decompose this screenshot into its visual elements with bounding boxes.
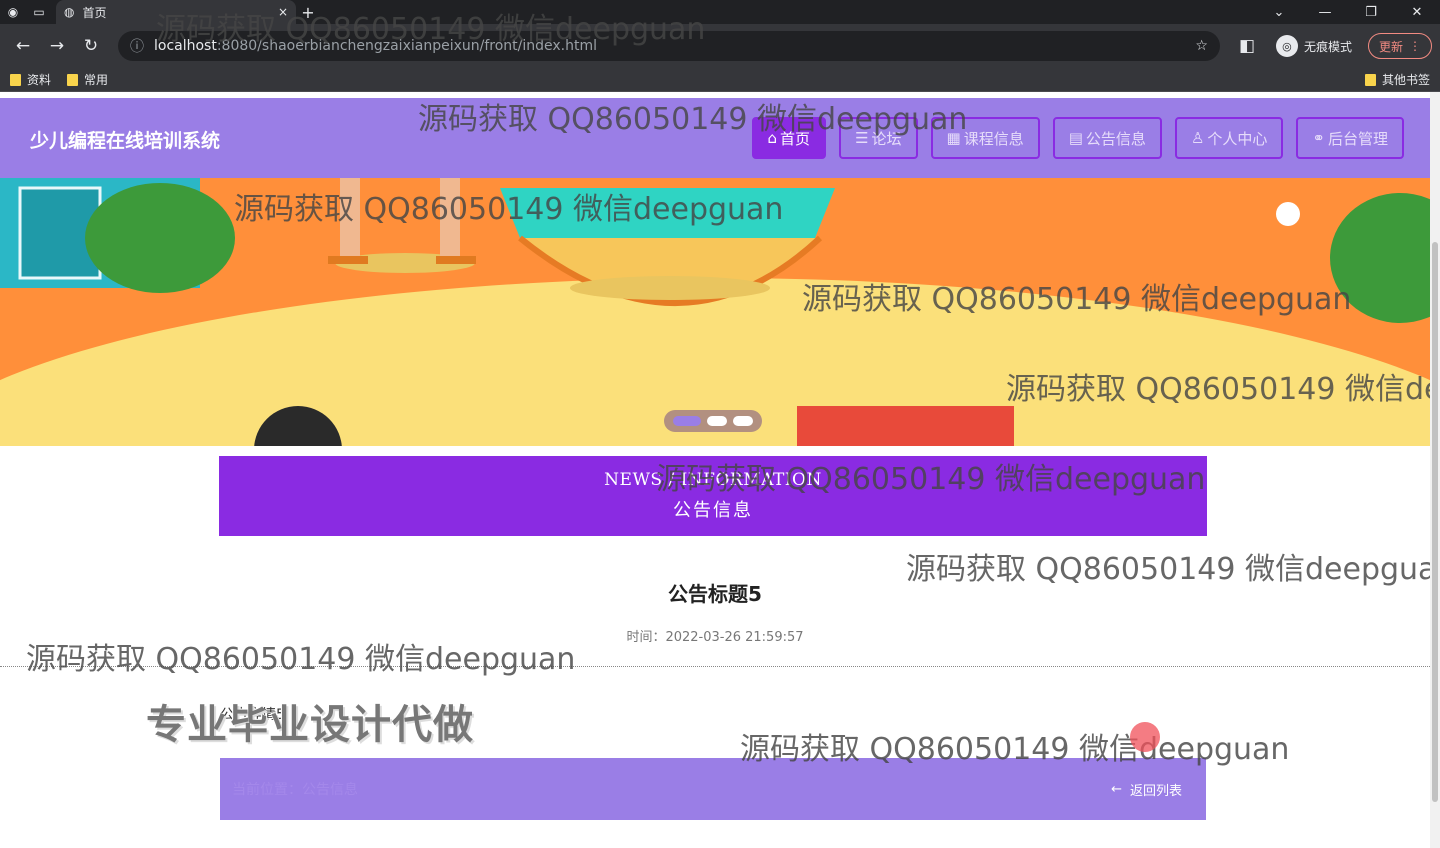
banner-carousel[interactable] xyxy=(0,178,1430,446)
scrollbar-thumb[interactable] xyxy=(1432,242,1438,802)
forward-icon[interactable]: → xyxy=(42,31,72,61)
close-window-icon[interactable]: ✕ xyxy=(1394,5,1440,20)
browser-profile-icon[interactable]: ◉ xyxy=(0,0,26,24)
other-bookmarks-label: 其他书签 xyxy=(1381,73,1430,87)
browser-tab-strip: ◉ ▭ ◍ 首页 × + ⌄ — ❐ ✕ xyxy=(0,0,1440,24)
bookmark-star-icon[interactable]: ☆ xyxy=(1195,38,1208,54)
nav-label: 公告信息 xyxy=(1085,129,1146,148)
back-icon[interactable]: ← xyxy=(8,31,38,61)
forum-icon: ☰ xyxy=(855,129,869,147)
main-nav: ⌂ 首页 ☰ 论坛 ▦ 课程信息 ▤ 公告信息 ♙ 个人中心 ⚭ 后台管理 xyxy=(751,117,1404,159)
click-indicator xyxy=(1130,722,1160,752)
url-host: localhost xyxy=(154,38,217,54)
nav-admin[interactable]: ⚭ 后台管理 xyxy=(1296,117,1404,159)
course-icon: ▦ xyxy=(946,129,961,147)
back-to-list-label: 返回列表 xyxy=(1129,783,1182,799)
url-path: :8080/shaoerbianchengzaixianpeixun/front… xyxy=(216,38,598,54)
incognito-indicator[interactable]: ◎ 无痕模式 xyxy=(1275,35,1352,57)
section-title-en: NEWS / INFORMATION xyxy=(604,470,822,490)
folder-icon xyxy=(10,73,21,86)
update-button[interactable]: 更新 ⋮ xyxy=(1367,33,1432,59)
bookmark-folder-0[interactable]: 资料 xyxy=(10,71,51,88)
other-bookmarks[interactable]: 其他书签 xyxy=(1364,71,1430,88)
back-to-list-button[interactable]: ← 返回列表 xyxy=(1111,780,1182,799)
tab-list-icon[interactable]: ⌄ xyxy=(1256,5,1302,20)
nav-forum[interactable]: ☰ 论坛 xyxy=(839,117,918,159)
address-toolbar: ← → ↻ ⓘ localhost:8080/shaoerbianchengza… xyxy=(0,24,1440,68)
update-label: 更新 xyxy=(1378,39,1403,54)
incognito-icon: ◎ xyxy=(1275,35,1298,57)
carousel-dot[interactable] xyxy=(707,416,727,426)
bookmark-label: 常用 xyxy=(84,73,109,87)
nav-profile[interactable]: ♙ 个人中心 xyxy=(1174,117,1284,159)
tab-search-icon[interactable]: ▭ xyxy=(26,0,52,24)
notice-time: 时间：2022-03-26 21:59:57 xyxy=(626,630,804,645)
nav-notices[interactable]: ▤ 公告信息 xyxy=(1052,117,1162,159)
minimize-icon[interactable]: — xyxy=(1302,5,1348,20)
close-tab-icon[interactable]: × xyxy=(278,5,288,19)
bookmark-folder-1[interactable]: 常用 xyxy=(67,71,108,88)
address-bar[interactable]: ⓘ localhost:8080/shaoerbianchengzaixianp… xyxy=(118,31,1220,61)
carousel-dot-active[interactable] xyxy=(673,416,701,426)
side-panel-icon[interactable]: ◧ xyxy=(1232,31,1262,61)
promo-watermark: 专业毕业设计代做 xyxy=(146,702,474,748)
section-title-zh: 公告信息 xyxy=(673,500,753,521)
divider xyxy=(0,666,1430,667)
section-title-bar: NEWS / INFORMATION 公告信息 xyxy=(219,456,1207,536)
breadcrumb: 当前位置：公告信息 xyxy=(232,782,358,798)
nav-label: 个人中心 xyxy=(1207,129,1268,148)
nav-courses[interactable]: ▦ 课程信息 xyxy=(930,117,1040,159)
reload-icon[interactable]: ↻ xyxy=(76,31,106,61)
globe-icon: ◍ xyxy=(64,5,75,19)
incognito-label: 无痕模式 xyxy=(1303,39,1352,54)
carousel-dot[interactable] xyxy=(733,416,753,426)
user-icon: ♙ xyxy=(1190,129,1205,147)
site-info-icon[interactable]: ⓘ xyxy=(130,36,144,56)
nav-label: 后台管理 xyxy=(1327,129,1388,148)
notice-icon: ▤ xyxy=(1068,129,1083,147)
site-title: 少儿编程在线培训系统 xyxy=(30,130,221,152)
browser-tab[interactable]: ◍ 首页 × xyxy=(56,0,296,24)
bookmark-label: 资料 xyxy=(27,73,52,87)
banner-illustration xyxy=(0,178,1430,446)
nav-label: 课程信息 xyxy=(963,129,1024,148)
home-icon: ⌂ xyxy=(767,129,778,147)
carousel-indicators xyxy=(664,410,762,432)
site-header: 少儿编程在线培训系统 ⌂ 首页 ☰ 论坛 ▦ 课程信息 ▤ 公告信息 ♙ 个人中… xyxy=(0,98,1430,178)
nav-label: 首页 xyxy=(780,129,811,148)
nav-label: 论坛 xyxy=(871,129,902,148)
nav-home[interactable]: ⌂ 首页 xyxy=(751,117,827,159)
bookmarks-bar: 资料 常用 其他书签 xyxy=(0,68,1440,92)
detail-footer-bar: 当前位置：公告信息 ← 返回列表 xyxy=(220,758,1206,820)
link-icon: ⚭ xyxy=(1312,129,1325,147)
more-menu-icon: ⋮ xyxy=(1409,39,1421,53)
page-scrollbar[interactable] xyxy=(1430,92,1440,848)
folder-icon xyxy=(1364,73,1376,86)
notice-title: 公告标题5 xyxy=(668,582,762,606)
restore-icon[interactable]: ❐ xyxy=(1348,5,1394,20)
arrow-left-icon: ← xyxy=(1111,781,1122,797)
new-tab-button[interactable]: + xyxy=(296,3,320,22)
folder-icon xyxy=(67,73,79,86)
tab-title: 首页 xyxy=(82,5,107,20)
